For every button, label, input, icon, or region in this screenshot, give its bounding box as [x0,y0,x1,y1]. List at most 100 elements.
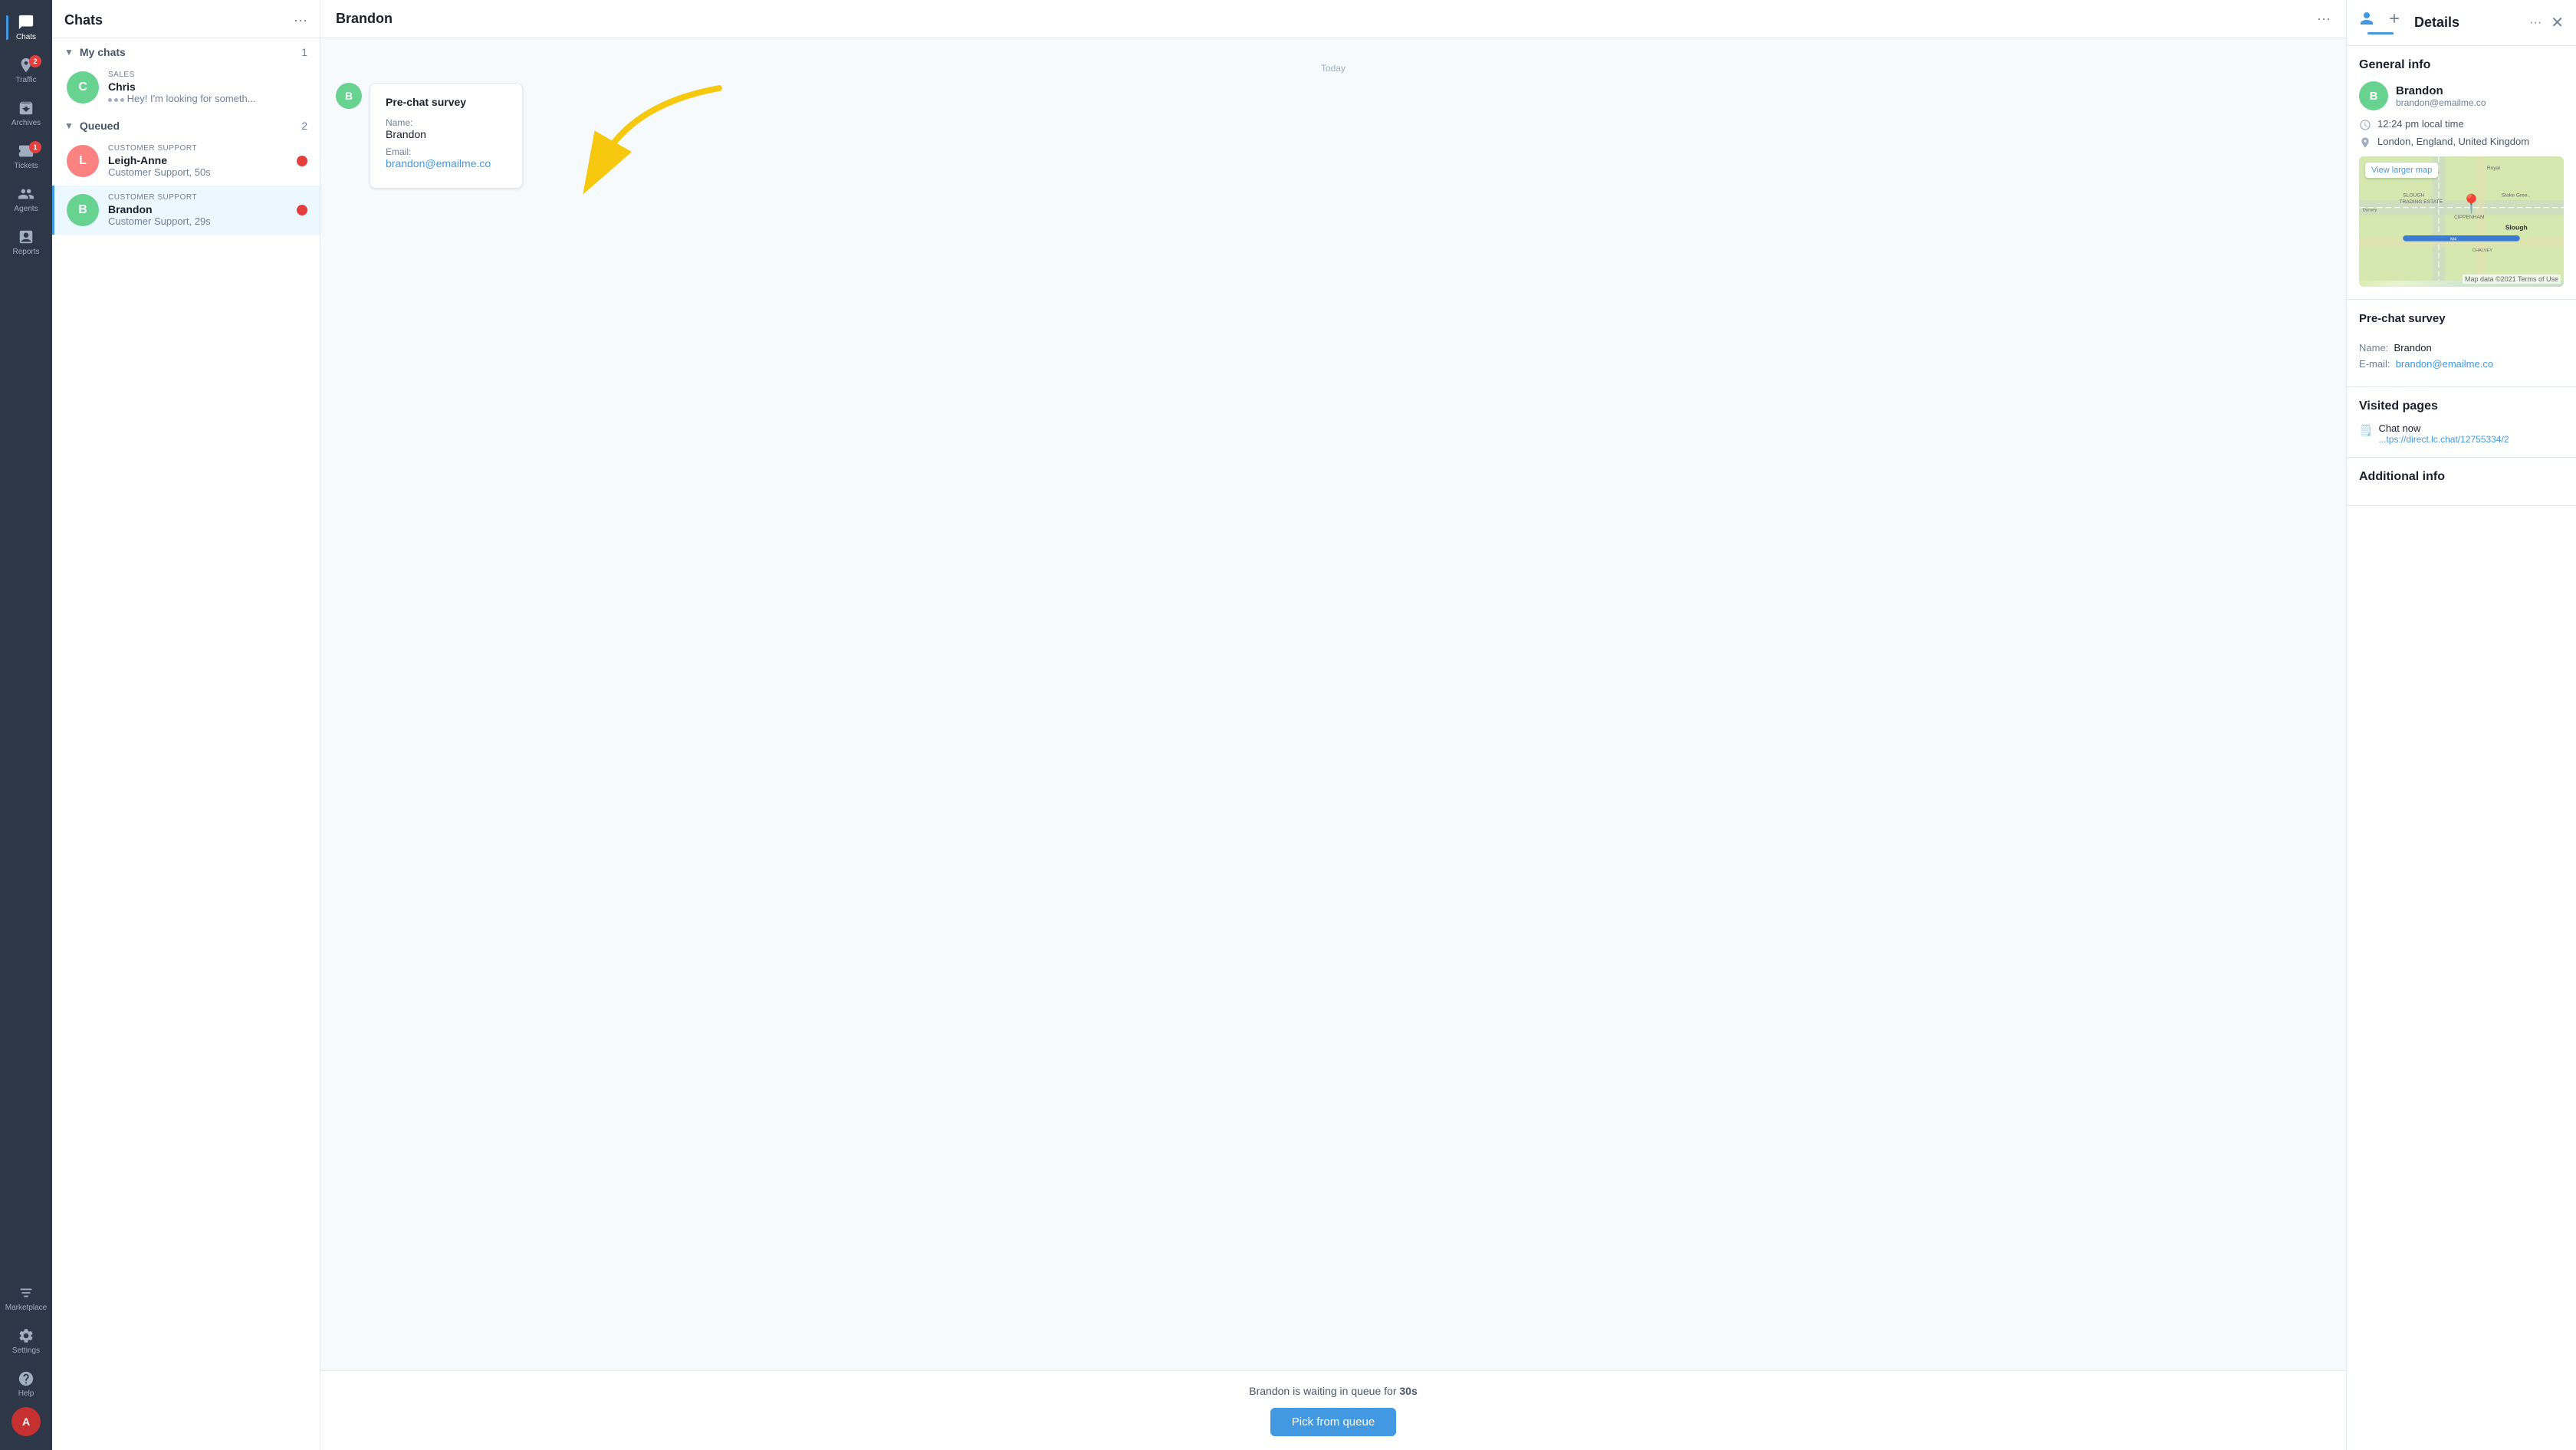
chat-footer: Brandon is waiting in queue for 30s Pick… [320,1370,2346,1450]
leigh-anne-preview: Customer Support, 50s [108,166,291,178]
marketplace-icon [18,1284,34,1301]
chris-avatar: C [67,71,99,104]
page-title: Chat now [2378,423,2509,434]
messages-area: Today B Pre-chat survey Name: Brandon Em… [320,38,2346,1370]
pre-chat-email-value: brandon@emailme.co [386,157,507,169]
leigh-anne-avatar: L [67,145,99,177]
chat-item-chris[interactable]: C SALES Chris Hey! I'm looking for somet… [52,63,320,112]
queue-text: Brandon is waiting in queue for 30s [1249,1385,1417,1397]
page-url[interactable]: ...tps://direct.lc.chat/12755334/2 [2378,434,2509,445]
my-chats-count: 1 [301,46,307,58]
chat-header: Brandon ··· [320,0,2346,38]
person-icon [2359,11,2374,26]
main-chat-area: Brandon ··· Today B Pre-chat survey Name… [320,0,2346,1450]
sidebar-item-reports-label: Reports [12,248,39,256]
svg-text:Stoke Gree..: Stoke Gree.. [2502,192,2531,198]
my-chats-chevron: ▼ [64,47,74,58]
leigh-anne-name: Leigh-Anne [108,154,291,166]
chris-name: Chris [108,81,307,93]
sidebar-item-traffic-label: Traffic [15,76,36,84]
details-menu-btn[interactable]: ··· [2529,16,2542,30]
svg-text:CIPPENHAM: CIPPENHAM [2454,215,2485,220]
settings-icon [18,1327,34,1344]
add-icon [2387,11,2402,26]
customer-info-header: B Brandon brandon@emailme.co [2359,81,2564,110]
general-info-section: General info B Brandon brandon@emailme.c… [2347,46,2576,300]
message-avatar: B [336,83,362,109]
sidebar-item-settings-label: Settings [12,1346,40,1355]
chris-info: SALES Chris Hey! I'm looking for someth.… [108,71,307,104]
svg-text:Dorney: Dorney [2363,209,2377,213]
map-credit: Map data ©2021 Terms of Use [2463,275,2561,284]
survey-email-value: brandon@emailme.co [2396,358,2493,370]
chat-list-title: Chats [64,12,103,28]
brandon-avatar: B [67,194,99,226]
user-avatar[interactable]: A [12,1407,41,1436]
survey-name-row: Name: Brandon [2359,342,2564,353]
sidebar-item-settings[interactable]: Settings [6,1321,46,1361]
chat-header-menu-btn[interactable]: ··· [2317,11,2331,27]
map-view-link[interactable]: View larger map [2365,163,2438,178]
svg-text:SLOUGH: SLOUGH [2403,192,2424,198]
svg-text:CHALVEY: CHALVEY [2472,248,2492,253]
page-icon: 🗒️ [2359,424,2372,437]
chat-list-header: Chats ··· [52,0,320,38]
map-container: SLOUGH TRADING ESTATE CIPPENHAM Stoke Gr… [2359,156,2564,287]
leigh-anne-category: CUSTOMER SUPPORT [108,144,291,153]
chat-item-leigh-anne[interactable]: L CUSTOMER SUPPORT Leigh-Anne Customer S… [52,136,320,186]
visited-page-item: 🗒️ Chat now ...tps://direct.lc.chat/1275… [2359,423,2564,445]
pre-chat-message: B Pre-chat survey Name: Brandon Email: b… [336,83,2331,189]
sidebar-item-archives-label: Archives [12,119,41,127]
pre-chat-card-title: Pre-chat survey [386,96,507,108]
svg-text:Slough: Slough [2505,223,2528,231]
location-row: London, England, United Kingdom [2359,136,2564,149]
details-topbar: Details ··· ✕ [2347,0,2576,46]
pre-chat-name-value: Brandon [386,128,507,140]
survey-name-value: Brandon [2394,342,2432,353]
chris-category: SALES [108,71,307,79]
customer-details: Brandon brandon@emailme.co [2396,84,2486,108]
pre-chat-name-label: Name: [386,117,507,128]
sidebar-item-reports[interactable]: Reports [6,222,46,262]
details-tab-group [2359,11,2402,35]
pre-chat-survey-header: Pre-chat survey [2359,312,2564,334]
chat-header-actions: ··· [2317,11,2331,27]
svg-text:M4: M4 [2450,238,2457,242]
brandon-name: Brandon [108,203,291,215]
chat-item-brandon[interactable]: B CUSTOMER SUPPORT Brandon Customer Supp… [52,186,320,235]
page-details: Chat now ...tps://direct.lc.chat/1275533… [2378,423,2509,445]
visited-pages-section: Visited pages 🗒️ Chat now ...tps://direc… [2347,387,2576,458]
brandon-preview: Customer Support, 29s [108,215,291,227]
pre-chat-email-label: Email: [386,146,507,157]
sidebar-item-chats[interactable]: Chats [6,8,46,48]
details-panel: Details ··· ✕ General info B Brandon bra… [2346,0,2576,1450]
chat-list-menu-btn[interactable]: ··· [294,12,307,28]
sidebar-item-archives[interactable]: Archives [6,94,46,133]
sidebar-item-agents[interactable]: Agents [6,179,46,219]
additional-info-section: Additional info [2347,458,2576,506]
sidebar-item-tickets[interactable]: 1 Tickets [6,136,46,176]
survey-email-label: E-mail: [2359,358,2390,370]
map-pin: 📍 [2460,193,2483,215]
details-close-btn[interactable]: ✕ [2551,13,2564,32]
details-add-tab[interactable] [2387,11,2402,30]
pre-chat-survey-section: Pre-chat survey Name: Brandon E-mail: br… [2347,300,2576,387]
sidebar-item-marketplace[interactable]: Marketplace [6,1278,46,1318]
sidebar-item-help[interactable]: Help [6,1364,46,1404]
local-time-row: 12:24 pm local time [2359,118,2564,131]
customer-avatar: B [2359,81,2388,110]
details-person-tab[interactable] [2359,11,2374,30]
queued-count: 2 [301,120,307,132]
sidebar-item-marketplace-label: Marketplace [5,1304,47,1312]
queued-section-header[interactable]: ▼ Queued 2 [52,112,320,136]
user-avatar-initial: A [22,1415,30,1428]
tickets-badge: 1 [29,141,41,153]
location-icon [2359,136,2371,149]
sidebar-item-traffic[interactable]: 2 Traffic [6,51,46,90]
my-chats-section-header[interactable]: ▼ My chats 1 [52,38,320,63]
svg-text:TRADING ESTATE: TRADING ESTATE [2399,199,2443,205]
leigh-anne-status-dot [297,156,307,166]
pick-from-queue-button[interactable]: Pick from queue [1270,1408,1396,1436]
active-tab-indicator [2367,32,2394,35]
help-icon [18,1370,34,1387]
